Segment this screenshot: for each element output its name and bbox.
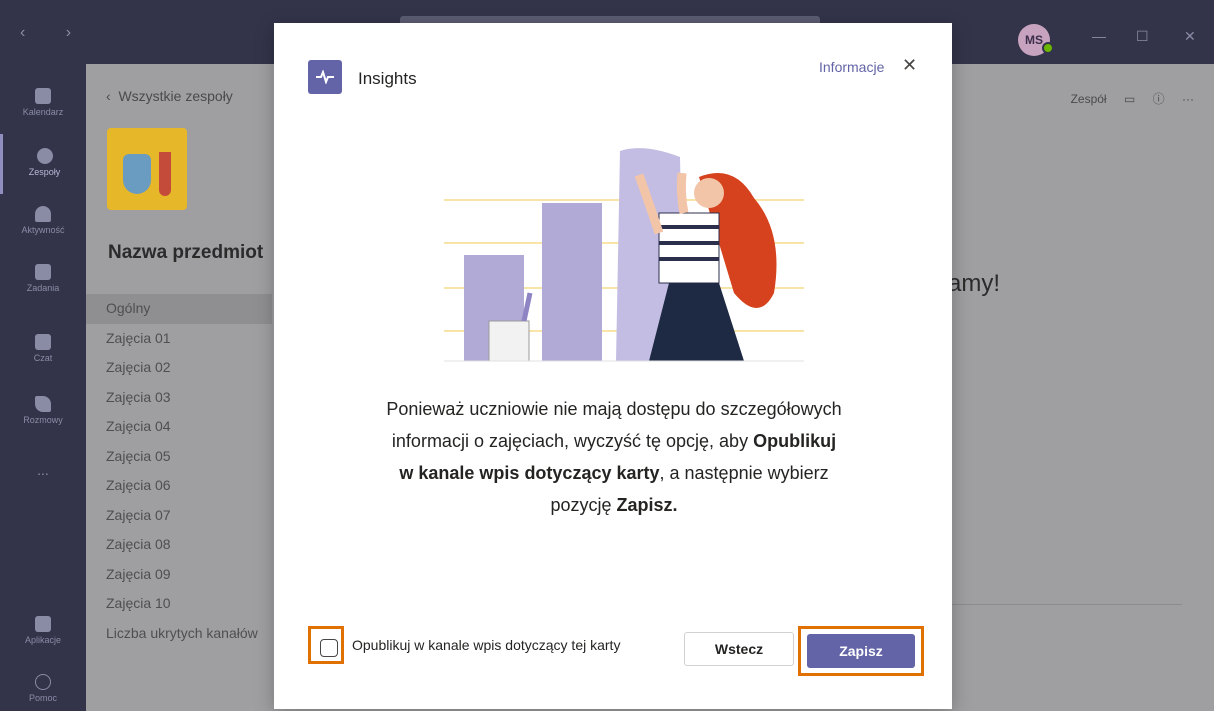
apps-icon [35,616,51,632]
rail-item-label: Pomoc [28,693,57,703]
header-actions: Zespół ▭ ⓘ ··· [1057,90,1194,107]
test-tube-icon [159,152,171,196]
back-label: Wszystkie zespoły [118,88,233,104]
rail-item-assignments[interactable]: Zadania [0,250,86,310]
channel-item[interactable]: Zajęcia 05 [86,442,272,472]
insights-illustration [444,148,804,362]
hidden-channels-link[interactable]: Liczba ukrytych kanałów [86,619,272,649]
rail-item-label: Zespoły [28,167,61,177]
team-badge[interactable]: Zespół [1071,92,1107,106]
rail-item-label: Kalendarz [22,107,64,117]
rail-item-label: Rozmowy [23,415,63,425]
chat-icon [35,334,51,350]
help-icon [35,674,51,690]
channel-item[interactable]: Zajęcia 09 [86,560,272,590]
pulse-icon [316,70,334,84]
rail-item-calendar[interactable]: Kalendarz [0,74,86,134]
rail-item-activity[interactable]: Aktywność [0,192,86,252]
chevron-left-icon: ‹ [106,88,119,104]
save-highlight: Zapisz [798,626,924,676]
dialog-body-text: Ponieważ uczniowie nie mają dostępu do s… [386,399,842,515]
back-button[interactable]: Wstecz [684,632,794,666]
rail-item-label: Aplikacje [24,635,62,645]
welcome-text: amy! [948,270,1001,297]
save-button[interactable]: Zapisz [807,634,915,668]
bag-icon [35,264,51,280]
channel-item[interactable]: Zajęcia 03 [86,383,272,413]
close-icon[interactable]: ✕ [902,55,917,76]
checkbox-highlight [308,626,344,664]
channel-item[interactable]: Zajęcia 07 [86,501,272,531]
maximize-button[interactable]: ☐ [1136,28,1149,45]
rail-item-teams[interactable]: Zespoły [0,134,86,194]
rail-item-label: Zadania [26,283,60,293]
insights-dialog: Insights Informacje ✕ Ponieważ uczniowie… [274,23,952,709]
rail-item-calls[interactable]: Rozmowy [0,382,86,442]
back-to-teams-link[interactable]: ‹ Wszystkie zespoły [106,88,233,104]
rail-item-label: Czat [33,353,53,363]
channel-item[interactable]: Zajęcia 01 [86,324,272,354]
teams-icon [36,148,53,164]
flask-icon [123,154,151,194]
channel-item[interactable]: Zajęcia 08 [86,530,272,560]
channel-item[interactable]: Zajęcia 04 [86,412,272,442]
channel-item[interactable]: Zajęcia 02 [86,353,272,383]
divider [948,604,1182,605]
nav-arrows[interactable]: ‹ › [20,24,89,42]
presence-indicator [1042,42,1054,54]
bell-icon [35,206,51,222]
info-link[interactable]: Informacje [819,59,884,75]
channel-item[interactable]: Zajęcia 10 [86,589,272,619]
rail-item-help[interactable]: Pomoc [0,660,86,711]
info-icon[interactable]: ⓘ [1153,92,1165,106]
post-to-channel-checkbox[interactable] [320,639,338,657]
window-close-button[interactable]: ✕ [1184,28,1196,45]
channel-item[interactable]: Ogólny [86,294,272,324]
rail-item-chat[interactable]: Czat [0,320,86,380]
insights-app-icon [308,60,342,94]
calendar-icon [35,88,51,104]
team-avatar [107,128,187,210]
rail-item-apps[interactable]: Aplikacje [0,602,86,662]
more-icon: ... [37,462,49,478]
channel-item[interactable]: Zajęcia 06 [86,471,272,501]
channel-list: Ogólny Zajęcia 01 Zajęcia 02 Zajęcia 03 … [86,294,272,648]
dialog-title: Insights [358,69,417,88]
more-options-icon[interactable]: ··· [1182,92,1194,106]
phone-icon [35,396,51,412]
minimize-button[interactable]: — [1092,28,1106,44]
team-name: Nazwa przedmiot [108,242,264,263]
app-rail: Kalendarz Zespoły Aktywność Zadania Czat… [0,64,86,711]
rail-item-label: Aktywność [21,225,65,235]
meet-icon[interactable]: ▭ [1124,92,1135,106]
checkbox-label[interactable]: Opublikuj w kanale wpis dotyczący tej ka… [352,637,620,653]
rail-item-more[interactable]: ... [0,440,86,500]
